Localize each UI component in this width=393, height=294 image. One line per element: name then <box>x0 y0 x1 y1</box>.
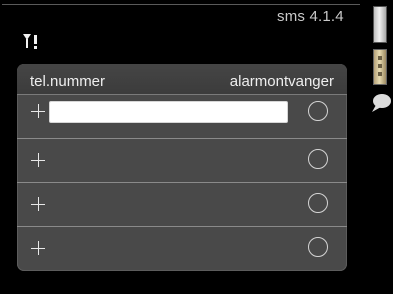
alarm-receiver-radio[interactable] <box>308 193 328 213</box>
phone-number-input[interactable] <box>49 101 288 123</box>
plus-icon[interactable] <box>31 153 45 167</box>
plus-icon[interactable] <box>31 197 45 211</box>
alarm-receiver-radio[interactable] <box>308 149 328 169</box>
menu-number: sms 4.1.4 <box>277 8 344 25</box>
scroll-track-icon[interactable] <box>373 6 387 43</box>
scroll-grip-icon[interactable] <box>373 49 387 85</box>
phone-row[interactable] <box>17 95 347 139</box>
list-header: tel.nummer alarmontvanger <box>17 64 347 95</box>
phone-row[interactable] <box>17 227 347 270</box>
phone-row[interactable] <box>17 139 347 183</box>
help-bubble-icon[interactable] <box>370 92 392 114</box>
antenna-warning-icon <box>23 34 37 49</box>
top-divider <box>2 4 360 5</box>
column-phone-number: tel.nummer <box>30 73 106 90</box>
alarm-receiver-radio[interactable] <box>308 101 328 121</box>
phone-row[interactable] <box>17 183 347 227</box>
plus-icon <box>31 104 45 118</box>
phone-number-list: tel.nummer alarmontvanger <box>17 64 347 271</box>
plus-icon[interactable] <box>31 241 45 255</box>
column-alarm-receiver: alarmontvanger <box>229 73 334 90</box>
alarm-receiver-radio[interactable] <box>308 237 328 257</box>
